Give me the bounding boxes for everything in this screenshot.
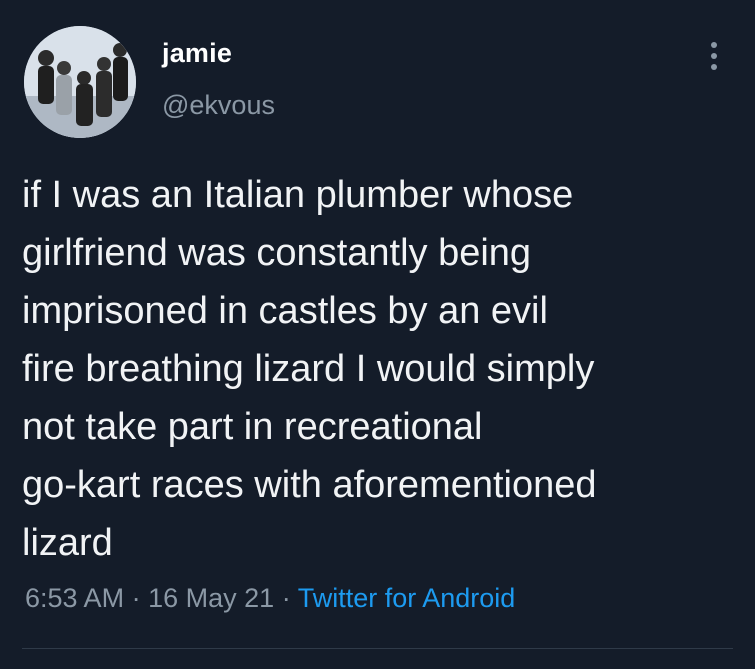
- more-options-icon[interactable]: [702, 36, 726, 76]
- tweet-text: if I was an Italian plumber whose girlfr…: [22, 174, 597, 564]
- tweet-time[interactable]: 6:53 AM: [25, 583, 124, 613]
- user-handle[interactable]: @ekvous: [162, 90, 275, 121]
- tweet-source-link[interactable]: Twitter for Android: [298, 583, 516, 613]
- tweet-date[interactable]: 16 May 21: [148, 583, 274, 613]
- meta-separator: ·: [281, 583, 291, 613]
- meta-separator: ·: [131, 583, 141, 613]
- avatar[interactable]: [24, 26, 136, 138]
- tweet-meta: 6:53 AM · 16 May 21 · Twitter for Androi…: [25, 583, 515, 614]
- tweet-card: jamie @ekvous if I was an Italian plumbe…: [0, 0, 755, 669]
- divider: [22, 648, 733, 649]
- display-name[interactable]: jamie: [162, 38, 232, 69]
- avatar-image: [24, 26, 136, 138]
